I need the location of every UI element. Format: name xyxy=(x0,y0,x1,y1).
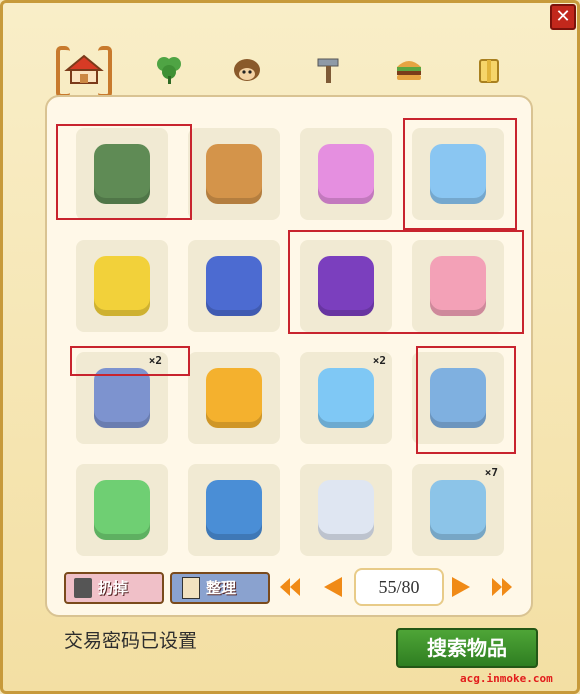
star-wand-icon xyxy=(318,368,374,428)
inventory-slot[interactable] xyxy=(188,464,280,556)
inventory-slot[interactable]: ×7 xyxy=(412,464,504,556)
last-page-icon[interactable] xyxy=(488,574,514,600)
inventory-slot[interactable] xyxy=(300,128,392,220)
highlight-box xyxy=(403,118,517,230)
inventory-slot[interactable] xyxy=(188,240,280,332)
snowy-tree-icon xyxy=(430,480,486,540)
burger-sofa-icon xyxy=(206,256,262,316)
category-tabs xyxy=(56,42,536,98)
gift-icon xyxy=(479,59,499,83)
discard-button[interactable]: 扔掉 xyxy=(64,572,164,604)
burger-icon xyxy=(397,61,421,80)
sort-label: 整理 xyxy=(206,579,237,597)
blue-feather-icon xyxy=(206,480,262,540)
tab-pets[interactable] xyxy=(219,42,275,96)
highlight-box xyxy=(56,124,192,220)
prev-page-icon[interactable] xyxy=(320,574,346,600)
inventory-slot[interactable] xyxy=(300,464,392,556)
item-quantity: ×2 xyxy=(372,354,386,367)
page-label: 55/80 xyxy=(378,577,420,597)
page-indicator: 55/80 xyxy=(354,568,444,606)
cotton-candy-icon xyxy=(318,144,374,204)
bear-tank-icon xyxy=(206,144,262,204)
highlight-box xyxy=(70,346,190,376)
rain-streamers-icon xyxy=(94,368,150,428)
cat-duck-costume-icon xyxy=(206,368,262,428)
close-button[interactable]: ✕ xyxy=(550,4,576,30)
inventory-slot[interactable]: ×2 xyxy=(300,352,392,444)
inventory-slot[interactable] xyxy=(188,352,280,444)
tab-food[interactable] xyxy=(381,42,437,96)
highlight-box xyxy=(288,230,524,334)
inventory-slot[interactable] xyxy=(76,464,168,556)
inventory-slot[interactable] xyxy=(188,128,280,220)
bottom-toolbar: 扔掉 整理 55/80 xyxy=(64,568,534,606)
search-items-button[interactable]: 搜索物品 xyxy=(396,628,538,668)
item-quantity: ×7 xyxy=(484,466,498,479)
clover-icon xyxy=(157,57,181,84)
clipboard-icon xyxy=(182,577,200,599)
watermark: acg.inmoke.com xyxy=(460,672,553,685)
inventory-slot[interactable] xyxy=(76,240,168,332)
tab-home[interactable] xyxy=(56,42,112,98)
trash-icon xyxy=(74,578,92,598)
duck-bath-set-icon xyxy=(94,256,150,316)
home-icon xyxy=(64,54,104,84)
sort-button[interactable]: 整理 xyxy=(170,572,270,604)
first-page-icon[interactable] xyxy=(278,574,304,600)
hammer-icon xyxy=(317,58,339,83)
tab-special[interactable] xyxy=(461,42,517,96)
discard-label: 扔掉 xyxy=(98,579,129,597)
green-lantern-icon xyxy=(94,480,150,540)
hedgehog-icon xyxy=(234,59,260,81)
astronaut-icon xyxy=(318,480,374,540)
highlight-box xyxy=(416,346,516,454)
tab-tools[interactable] xyxy=(301,42,357,96)
close-icon: ✕ xyxy=(555,6,571,27)
next-page-icon[interactable] xyxy=(448,574,474,600)
tab-plants[interactable] xyxy=(141,42,197,96)
trade-password-status: 交易密码已设置 xyxy=(64,631,198,652)
